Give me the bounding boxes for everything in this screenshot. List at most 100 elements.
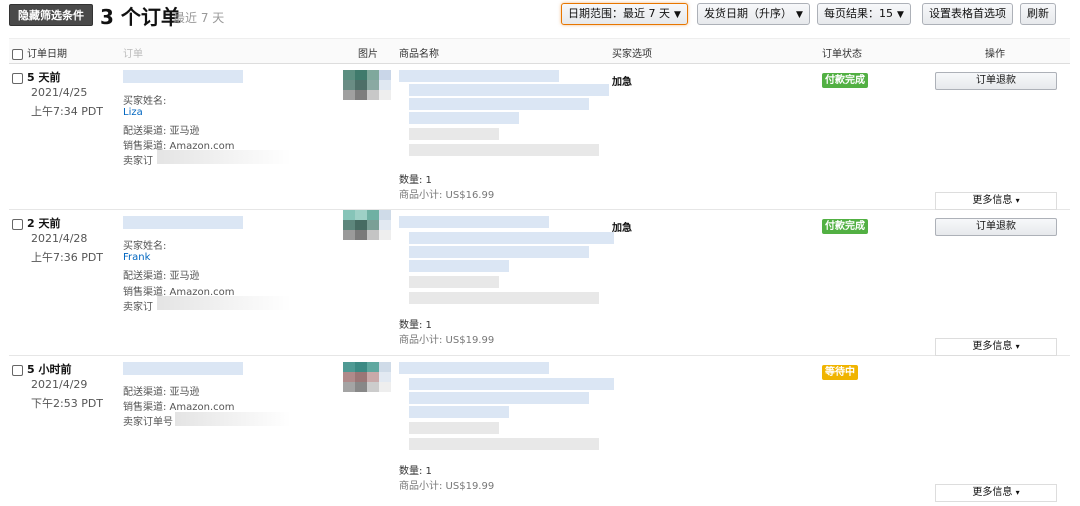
order-relative-date: 2 天前 — [12, 215, 60, 231]
table-row: 2 天前 2021/4/28 上午7:36 PDT 买家姓名: Frank 配送… — [9, 210, 1070, 356]
refund-order-button[interactable]: 订单退款 — [935, 218, 1057, 236]
chevron-down-icon: ▾ — [1015, 342, 1020, 351]
chevron-down-icon: ▾ — [1015, 196, 1020, 205]
sales-channel: 销售渠道: Amazon.com — [123, 402, 235, 413]
order-time: 上午7:36 PDT — [31, 251, 104, 264]
date-range-dropdown[interactable]: 日期范围：最近 7 天 ▼ — [561, 3, 688, 25]
table-row: 5 天前 2021/4/25 上午7:34 PDT 买家姓名: Liza 配送渠… — [9, 64, 1070, 210]
status-badge: 付款完成 — [822, 219, 868, 234]
product-title-redacted — [409, 112, 519, 124]
header-order-date: 订单日期 — [12, 45, 67, 60]
buyer-name-label: 买家姓名: — [123, 96, 167, 107]
per-page-dropdown[interactable]: 每页结果：15 ▼ — [817, 3, 911, 25]
product-quantity: 数量: 1 — [399, 320, 432, 331]
fulfillment-channel: 配送渠道: 亚马逊 — [123, 387, 200, 398]
order-relative-date: 5 天前 — [12, 69, 60, 85]
order-id-redacted — [123, 362, 243, 375]
order-time: 上午7:34 PDT — [31, 105, 104, 118]
seller-order-redacted — [157, 150, 291, 164]
more-info-label: 更多信息 — [972, 195, 1013, 206]
sort-dropdown[interactable]: 发货日期（升序） ▼ — [697, 3, 810, 25]
order-time: 下午2:53 PDT — [31, 397, 104, 410]
buyer-option: 加急 — [612, 77, 632, 88]
product-thumbnail[interactable] — [343, 210, 393, 250]
seller-order-redacted — [157, 296, 291, 310]
product-title-redacted — [409, 98, 589, 110]
product-asin-redacted — [409, 438, 599, 450]
hide-filters-button[interactable]: 隐藏筛选条件 — [9, 4, 93, 26]
chevron-down-icon: ▼ — [674, 10, 681, 20]
product-title-redacted — [399, 216, 549, 228]
order-date: 2021/4/29 — [31, 378, 88, 391]
product-sku-redacted — [409, 276, 499, 288]
table-header: 订单日期 订单 图片 商品名称 买家选项 订单状态 操作 — [9, 38, 1070, 64]
order-relative-date-label: 5 天前 — [27, 71, 61, 84]
order-date: 2021/4/28 — [31, 232, 88, 245]
header-actions: 操作 — [985, 49, 1005, 60]
select-all-checkbox[interactable] — [12, 48, 23, 60]
status-badge: 付款完成 — [822, 73, 868, 88]
product-title-redacted — [409, 392, 589, 404]
chevron-down-icon: ▼ — [897, 10, 904, 20]
order-id-redacted — [123, 216, 243, 229]
more-info-label: 更多信息 — [972, 487, 1013, 498]
status-badge: 等待中 — [822, 365, 858, 380]
chevron-down-icon: ▼ — [796, 10, 803, 20]
more-info-button[interactable]: 更多信息 ▾ — [935, 192, 1057, 210]
order-date: 2021/4/25 — [31, 86, 88, 99]
buyer-name-label: 买家姓名: — [123, 241, 167, 252]
product-title-redacted — [409, 406, 509, 418]
row-checkbox[interactable] — [12, 364, 23, 376]
order-relative-date-label: 2 天前 — [27, 217, 61, 230]
product-subtotal: 商品小计: US$16.99 — [399, 190, 495, 201]
buyer-name-link[interactable]: Liza — [123, 107, 143, 118]
row-checkbox[interactable] — [12, 72, 23, 84]
row-checkbox[interactable] — [12, 218, 23, 230]
product-thumbnail[interactable] — [343, 362, 393, 402]
order-id-redacted — [123, 70, 243, 83]
product-asin-redacted — [409, 144, 599, 156]
header-buyer-options: 买家选项 — [612, 49, 652, 60]
header-order-status: 订单状态 — [822, 49, 862, 60]
product-title-redacted — [409, 232, 614, 244]
refresh-button[interactable]: 刷新 — [1020, 3, 1056, 25]
refund-order-button[interactable]: 订单退款 — [935, 72, 1057, 90]
product-title-redacted — [409, 378, 614, 390]
header-product-name: 商品名称 — [399, 49, 439, 60]
header-order-details: 订单 — [123, 49, 143, 60]
more-info-label: 更多信息 — [972, 341, 1013, 352]
product-quantity: 数量: 1 — [399, 175, 432, 186]
table-preferences-button[interactable]: 设置表格首选项 — [922, 3, 1013, 25]
seller-order-redacted — [175, 412, 291, 426]
header-image: 图片 — [358, 49, 378, 60]
sort-label: 发货日期（升序） — [704, 7, 792, 20]
product-sku-redacted — [409, 422, 499, 434]
seller-order-id: 卖家订单号 — [123, 417, 173, 428]
seller-order-id: 卖家订 — [123, 156, 153, 167]
date-range-label: 日期范围：最近 7 天 — [568, 7, 670, 20]
product-title-redacted — [409, 246, 589, 258]
toolbar: 隐藏筛选条件 3 个订单 最近 7 天 日期范围：最近 7 天 ▼ 发货日期（升序… — [0, 0, 1080, 32]
more-info-button[interactable]: 更多信息 ▾ — [935, 338, 1057, 356]
buyer-option: 加急 — [612, 223, 632, 234]
product-subtotal: 商品小计: US$19.99 — [399, 481, 495, 492]
order-count-title: 3 个订单 — [100, 5, 181, 29]
product-subtotal: 商品小计: US$19.99 — [399, 335, 495, 346]
fulfillment-channel: 配送渠道: 亚马逊 — [123, 271, 200, 282]
buyer-name-link[interactable]: Frank — [123, 252, 150, 263]
product-title-redacted — [409, 260, 509, 272]
header-order-date-label: 订单日期 — [27, 49, 67, 60]
more-info-button[interactable]: 更多信息 ▾ — [935, 484, 1057, 502]
order-relative-date: 5 小时前 — [12, 361, 71, 377]
product-title-redacted — [399, 362, 549, 374]
product-asin-redacted — [409, 292, 599, 304]
range-note: 最近 7 天 — [173, 11, 225, 25]
product-quantity: 数量: 1 — [399, 466, 432, 477]
product-title-redacted — [409, 84, 609, 96]
table-row: 5 小时前 2021/4/29 下午2:53 PDT 配送渠道: 亚马逊 销售渠… — [9, 356, 1070, 506]
order-relative-date-label: 5 小时前 — [27, 363, 72, 376]
fulfillment-channel: 配送渠道: 亚马逊 — [123, 126, 200, 137]
product-thumbnail[interactable] — [343, 70, 393, 110]
per-page-label: 每页结果：15 — [824, 7, 893, 20]
seller-order-id: 卖家订 — [123, 302, 153, 313]
